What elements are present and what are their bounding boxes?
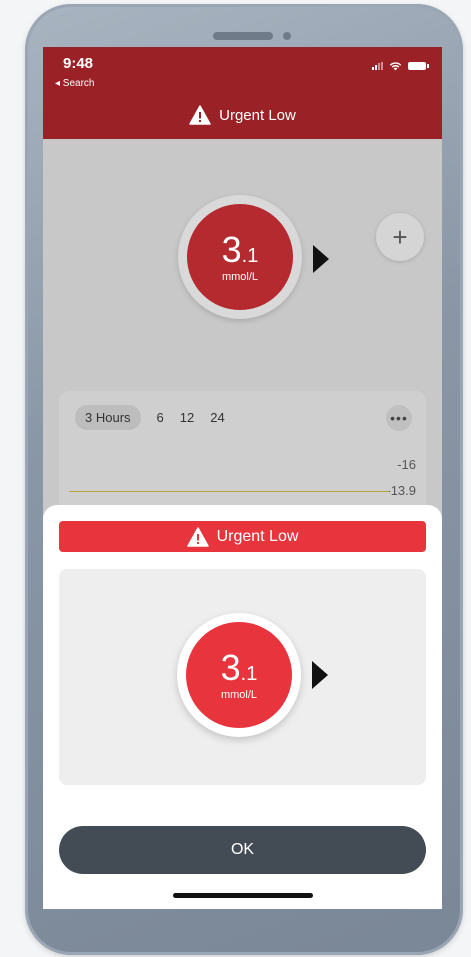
- high-target-line: [69, 491, 389, 492]
- urgent-low-banner: Urgent Low: [59, 521, 426, 552]
- ok-button[interactable]: OK: [59, 826, 426, 874]
- glucose-unit: mmol/L: [221, 270, 259, 283]
- glucose-value: 3.1: [221, 228, 259, 270]
- banner-title: Urgent Low: [216, 527, 299, 545]
- back-to-search-link[interactable]: ◂ Search: [55, 78, 94, 89]
- urgent-low-alert-sheet: Urgent Low 3.1 mmol/L OK: [43, 505, 442, 909]
- cellular-signal-icon: [372, 62, 383, 70]
- status-icons: [372, 61, 429, 71]
- alert-header: Urgent Low: [43, 105, 442, 125]
- status-time: 9:48: [63, 55, 94, 72]
- alert-glucose-unit: mmol/L: [220, 688, 258, 701]
- axis-label-16: -16: [397, 457, 416, 472]
- graph-range-tabs: 3 Hours 6 12 24: [75, 405, 225, 430]
- glucose-reading-circle: 3.1 mmol/L: [187, 204, 293, 310]
- alert-glucose-value: 3.1: [220, 646, 258, 688]
- warning-triangle-icon: [186, 526, 209, 547]
- range-tab-6[interactable]: 6: [157, 410, 164, 425]
- wifi-icon: [389, 62, 402, 71]
- range-tab-12[interactable]: 12: [180, 410, 194, 425]
- alert-glucose-card: 3.1 mmol/L: [59, 569, 426, 785]
- axis-label-13-9: -13.9: [386, 483, 416, 498]
- battery-icon: [408, 62, 429, 70]
- add-event-button[interactable]: +: [376, 213, 424, 261]
- trend-arrow-right-icon: [313, 245, 329, 273]
- header-title: Urgent Low: [219, 106, 296, 124]
- speaker-grille: [213, 32, 273, 40]
- alert-glucose-circle: 3.1 mmol/L: [186, 622, 292, 728]
- warning-triangle-icon: [189, 105, 211, 125]
- range-tab-3-hours[interactable]: 3 Hours: [75, 405, 141, 430]
- range-tab-24[interactable]: 24: [210, 410, 224, 425]
- home-indicator[interactable]: [173, 893, 313, 898]
- front-camera: [283, 32, 291, 40]
- status-header-bar: 9:48 ◂ Search Urgent Low: [43, 47, 442, 139]
- app-screen: 9:48 ◂ Search Urgent Low 3.1 mmol/L + 3 …: [43, 47, 442, 909]
- graph-more-button[interactable]: •••: [386, 405, 412, 431]
- trend-arrow-right-icon: [312, 661, 328, 689]
